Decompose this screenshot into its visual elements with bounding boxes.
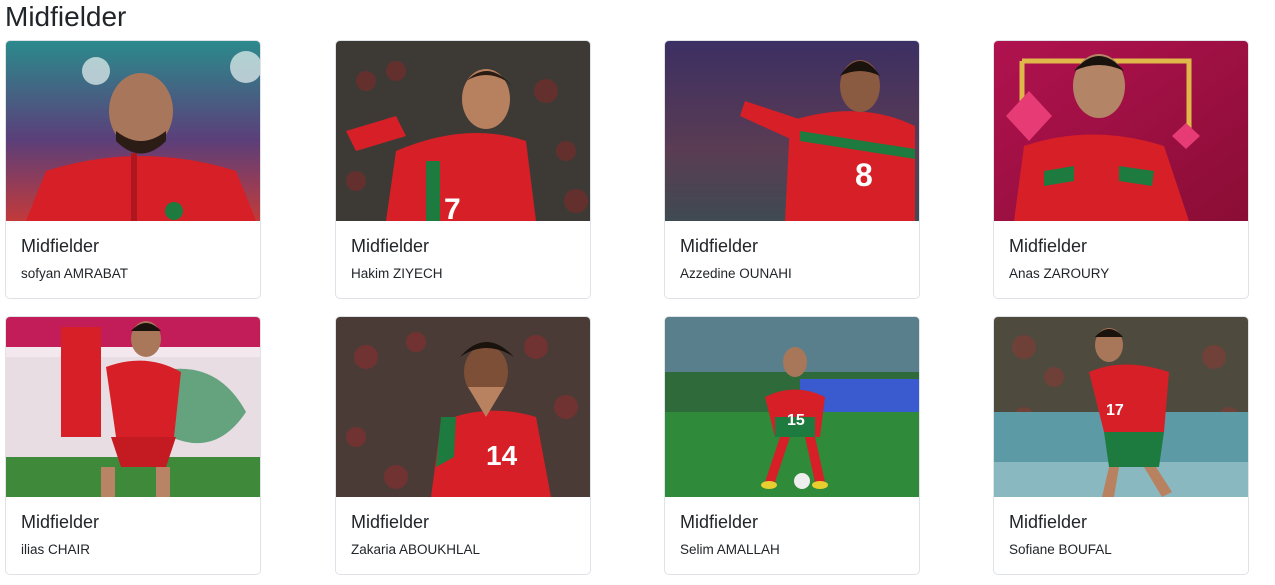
player-card[interactable]: 14 Midfielder Zakaria ABOUKHLAL [335,316,591,575]
player-name: Sofiane BOUFAL [1009,542,1112,557]
player-position: Midfielder [21,236,100,256]
player-position: Midfielder [21,512,100,532]
player-name: Hakim ZIYECH [351,266,443,281]
player-name: sofyan AMRABAT [21,266,129,281]
player-photo-image [6,41,260,221]
player-position: Midfielder [680,512,759,532]
player-photo: 7 [336,41,590,221]
player-position: Midfielder [351,236,430,256]
player-card[interactable]: 15 Midfielder Selim AMALLAH [664,316,920,575]
shirt-number: 14 [486,440,518,471]
player-card[interactable]: Midfielder ilias CHAIR [5,316,261,575]
shirt-number: 15 [787,412,805,429]
player-card[interactable]: 7 Midfielder Hakim ZIYECH [335,40,591,299]
player-photo-image: 17 [994,317,1248,497]
player-photo: 15 [665,317,919,497]
player-name: Zakaria ABOUKHLAL [351,542,481,557]
player-photo: 14 [336,317,590,497]
player-photo-image: 8 [665,41,919,221]
player-position: Midfielder [1009,512,1088,532]
player-photo: 17 [994,317,1248,497]
player-position: Midfielder [1009,236,1088,256]
player-name: ilias CHAIR [21,542,91,557]
player-photo [6,317,260,497]
player-name: Azzedine OUNAHI [680,266,792,281]
player-photo [994,41,1248,221]
player-photo [6,41,260,221]
shirt-number: 17 [1106,402,1124,419]
player-card[interactable]: 8 Midfielder Azzedine OUNAHI [664,40,920,299]
player-photo-image [6,317,260,497]
shirt-number: 8 [855,157,873,193]
player-position: Midfielder [351,512,430,532]
player-position: Midfielder [680,236,759,256]
player-photo: 8 [665,41,919,221]
player-name: Selim AMALLAH [680,542,780,557]
player-photo-image: 15 [665,317,919,497]
page: Midfielder Midfielder sofyan AMRABAT 7 M… [0,0,1275,585]
player-card[interactable]: Midfielder Anas ZAROURY [993,40,1249,299]
player-card[interactable]: Midfielder sofyan AMRABAT [5,40,261,299]
player-card[interactable]: 17 Midfielder Sofiane BOUFAL [993,316,1249,575]
shirt-number: 7 [444,193,461,221]
player-name: Anas ZAROURY [1009,266,1110,281]
page-title: Midfielder [5,1,127,32]
player-photo-image: 7 [336,41,590,221]
player-photo-image [994,41,1248,221]
player-photo-image: 14 [336,317,590,497]
